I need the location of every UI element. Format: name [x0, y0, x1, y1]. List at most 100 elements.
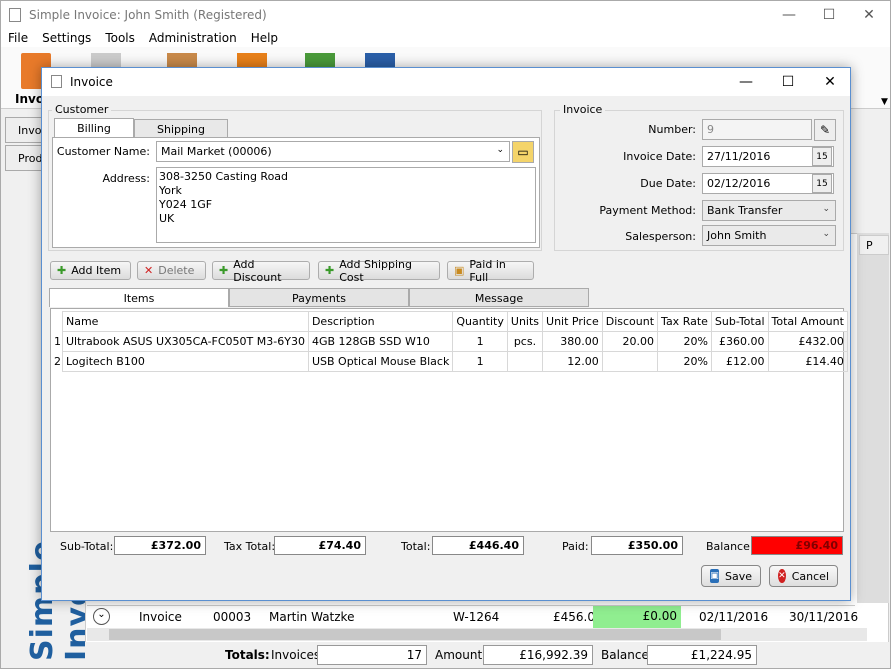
cell-name[interactable]: Ultrabook ASUS UX305CA-FC050T M3-6Y30: [62, 331, 309, 352]
cancel-button[interactable]: ✕ Cancel: [769, 565, 838, 587]
expand-icon[interactable]: ⌄: [93, 608, 110, 625]
horizontal-scrollbar[interactable]: [87, 628, 867, 641]
dialog-minimize-button[interactable]: —: [724, 68, 768, 96]
dialog-close-button[interactable]: ✕: [808, 68, 852, 96]
cell-name[interactable]: Logitech B100: [62, 351, 309, 372]
col-discount[interactable]: Discount: [601, 311, 659, 332]
address-textarea[interactable]: 308-3250 Casting Road York Y024 1GF UK: [156, 167, 536, 243]
dialog-title-bar: Invoice — ☐ ✕: [42, 68, 850, 96]
column-header[interactable]: P: [859, 235, 889, 255]
balance-label: Balance:: [706, 540, 754, 553]
add-discount-button[interactable]: ✚ Add Discount: [212, 258, 310, 284]
col-sub-total[interactable]: Sub-Total: [710, 311, 769, 332]
edit-pencil-icon[interactable]: ✎: [814, 119, 836, 141]
tax-total-label: Tax Total:: [224, 540, 276, 553]
cell-units[interactable]: [506, 351, 544, 372]
payment-method-value: Bank Transfer: [707, 204, 783, 217]
cell-discount[interactable]: [601, 351, 659, 372]
chevron-down-icon[interactable]: ⌄: [496, 145, 504, 155]
col-description[interactable]: Description: [307, 311, 454, 332]
folder-icon[interactable]: ▭: [512, 141, 534, 163]
balance-value: £96.40: [751, 536, 843, 555]
col-total-amount[interactable]: Total Amount: [767, 311, 848, 332]
plus-icon: ✚: [57, 264, 67, 277]
salesperson-value: John Smith: [707, 229, 767, 242]
amount-label: Amount:: [435, 648, 487, 662]
menu-help[interactable]: Help: [244, 29, 285, 47]
cell-sub-total: £12.00: [710, 351, 769, 372]
col-name[interactable]: Name: [62, 311, 309, 332]
col-unit-price[interactable]: Unit Price: [542, 311, 603, 332]
tab-shipping-address[interactable]: Shipping address: [134, 119, 228, 149]
tax-total-value: £74.40: [274, 536, 366, 555]
invoices-count: 17: [317, 645, 427, 665]
add-item-label: Add Item: [71, 264, 122, 277]
customer-name-value: Mail Market (00006): [161, 145, 272, 158]
col-tax-rate[interactable]: Tax Rate: [657, 311, 712, 332]
maximize-button[interactable]: ☐: [809, 1, 849, 29]
dialog-totals-bar: Sub-Total: £372.00 Tax Total: £74.40 Tot…: [50, 534, 844, 560]
payment-method-select[interactable]: Bank Transfer ⌄: [702, 200, 836, 221]
paid-value: £350.00: [591, 536, 683, 555]
list-scrollbar[interactable]: [857, 233, 889, 603]
cell-unit-price[interactable]: 380.00: [542, 331, 603, 352]
invoice-group-label: Invoice: [560, 103, 606, 116]
paid-in-full-label: Paid in Full: [469, 257, 506, 284]
menu-tools[interactable]: Tools: [98, 29, 142, 47]
cell-discount[interactable]: 20.00: [601, 331, 659, 352]
cancel-x-icon: ✕: [778, 569, 786, 583]
close-button[interactable]: ✕: [849, 1, 889, 29]
cell-tax-rate[interactable]: 20%: [657, 331, 712, 352]
cell-quantity[interactable]: 1: [452, 351, 508, 372]
dialog-maximize-button[interactable]: ☐: [766, 68, 810, 96]
tab-payments[interactable]: Payments: [229, 288, 409, 307]
table-row[interactable]: ⌄ Invoice 00003 Martin Watzke W-1264 £45…: [87, 605, 858, 628]
col-units[interactable]: Units: [506, 311, 544, 332]
address-line: 308-3250 Casting Road: [159, 170, 289, 183]
cell-unit-price[interactable]: 12.00: [542, 351, 603, 372]
cell-total-amount: £432.00: [767, 331, 848, 352]
customer-name-select[interactable]: Mail Market (00006) ⌄: [156, 141, 510, 162]
col-quantity[interactable]: Quantity: [452, 311, 508, 332]
address-label: Address:: [102, 172, 150, 185]
calendar-icon[interactable]: 15: [812, 147, 832, 166]
dialog-icon: [51, 75, 62, 88]
items-grid: Name Description Quantity Units Unit Pri…: [50, 308, 848, 532]
money-icon: ▣: [454, 264, 465, 277]
total-value: £446.40: [432, 536, 524, 555]
cell-description[interactable]: 4GB 128GB SSD W10: [307, 331, 454, 352]
row-ref: W-1264: [453, 610, 500, 624]
salesperson-select[interactable]: John Smith ⌄: [702, 225, 836, 246]
calendar-icon[interactable]: 15: [812, 174, 832, 193]
add-item-button[interactable]: ✚ Add Item: [50, 261, 131, 280]
tab-items[interactable]: Items: [49, 288, 229, 307]
floppy-disk-icon: ▣: [710, 569, 719, 583]
ribbon-expand-icon[interactable]: ▼: [881, 97, 888, 107]
add-shipping-cost-button[interactable]: ✚ Add Shipping Cost: [318, 258, 440, 284]
delete-button[interactable]: ✕ Delete: [137, 261, 206, 280]
subtotal-label: Sub-Total:: [60, 540, 114, 553]
tab-billing-address[interactable]: Billing address: [54, 118, 134, 148]
cell-quantity[interactable]: 1: [452, 331, 508, 352]
cell-tax-rate[interactable]: 20%: [657, 351, 712, 372]
balance-value: £1,224.95: [647, 645, 757, 665]
paid-label: Paid:: [562, 540, 589, 553]
table-row[interactable]: 1 Ultrabook ASUS UX305CA-FC050T M3-6Y30 …: [53, 331, 848, 352]
minimize-button[interactable]: —: [769, 1, 809, 29]
number-field[interactable]: 9: [702, 119, 812, 140]
save-button[interactable]: ▣ Save: [701, 565, 761, 587]
paid-in-full-button[interactable]: ▣ Paid in Full: [447, 258, 534, 284]
amount-value: £16,992.39: [483, 645, 593, 665]
menu-file[interactable]: File: [1, 29, 35, 47]
menu-settings[interactable]: Settings: [35, 29, 98, 47]
tab-message[interactable]: Message: [409, 288, 589, 307]
invoice-date-label: Invoice Date:: [623, 150, 696, 163]
row-number: 00003: [213, 610, 252, 624]
menu-administration[interactable]: Administration: [142, 29, 244, 47]
title-bar: Simple Invoice: John Smith (Registered) …: [1, 1, 890, 29]
table-header: Name Description Quantity Units Unit Pri…: [53, 311, 848, 332]
table-row[interactable]: 2 Logitech B100 USB Optical Mouse Black …: [53, 351, 848, 372]
cell-units[interactable]: pcs.: [506, 331, 544, 352]
payment-method-label: Payment Method:: [599, 204, 696, 217]
cell-description[interactable]: USB Optical Mouse Black: [307, 351, 454, 372]
